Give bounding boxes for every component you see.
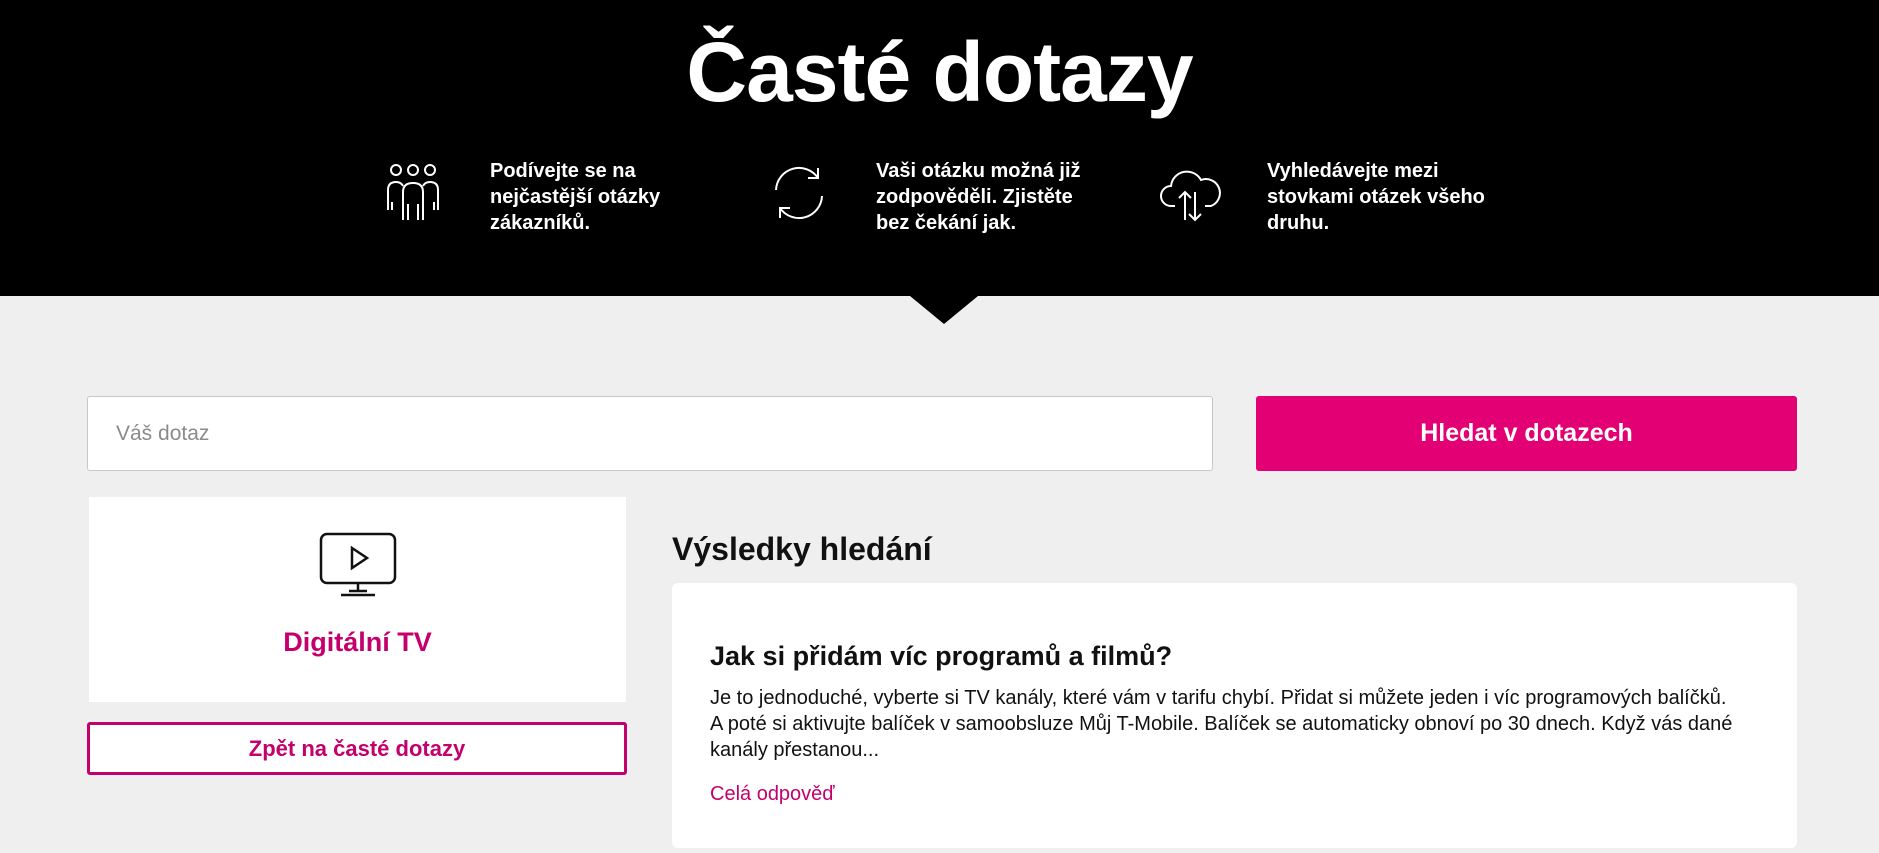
result-title: Jak si přidám víc programů a filmů?	[710, 641, 1173, 671]
result-card: Jak si přidám víc programů a filmů? Je t…	[672, 583, 1797, 848]
tv-play-icon	[319, 532, 397, 597]
feature-text: Vyhledávejte mezi stovkami otázek všeho …	[1267, 160, 1485, 234]
feature-text: Vaši otázku možná již zodpověděli. Zjist…	[876, 160, 1081, 234]
feature-popular-questions: Podívejte se na nejčastější otázky zákaz…	[382, 158, 720, 236]
people-icon	[387, 164, 439, 220]
hero-header: Časté dotazy Podívejte se na nejčastější…	[0, 0, 1879, 296]
result-excerpt: Je to jednoduché, vyberte si TV kanály, …	[710, 687, 1733, 761]
cloud-transfer-icon	[1160, 170, 1221, 222]
search-input[interactable]	[87, 396, 1213, 471]
category-card[interactable]: Digitální TV	[89, 497, 626, 702]
feature-answered-questions: Vaši otázku možná již zodpověděli. Zjist…	[768, 158, 1106, 236]
category-label: Digitální TV	[283, 627, 432, 657]
feature-search-questions: Vyhledávejte mezi stovkami otázek všeho …	[1159, 158, 1497, 236]
search-button[interactable]: Hledat v dotazech	[1256, 396, 1797, 471]
refresh-icon	[775, 166, 823, 220]
header-pointer	[910, 296, 978, 324]
page-title: Časté dotazy	[686, 25, 1193, 119]
full-answer-link[interactable]: Celá odpověď	[710, 783, 835, 806]
feature-text: Podívejte se na nejčastější otázky zákaz…	[490, 160, 661, 234]
results-heading: Výsledky hledání	[672, 531, 932, 567]
back-to-faq-button[interactable]: Zpět na časté dotazy	[87, 722, 627, 775]
